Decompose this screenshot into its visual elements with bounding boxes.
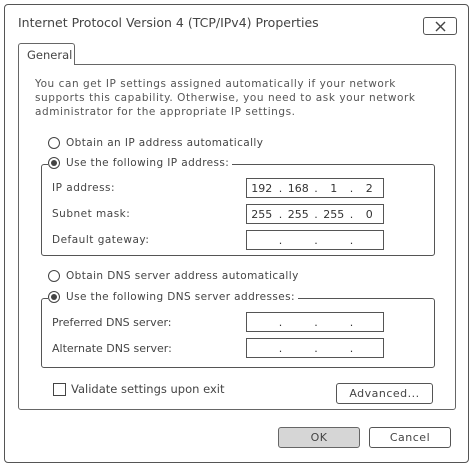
subnet-mask-input[interactable]: 255. 255. 255. 0: [246, 204, 384, 224]
octet-dot: .: [278, 207, 283, 221]
window-title: Internet Protocol Version 4 (TCP/IPv4) P…: [18, 15, 319, 30]
mask-octet-2: 255: [287, 207, 309, 221]
use-ip-manual-label: Use the following IP address:: [66, 157, 230, 169]
octet-dot: .: [314, 181, 318, 195]
tab-general[interactable]: General: [18, 43, 75, 65]
use-ip-manual-option[interactable]: Use the following IP address:: [48, 157, 233, 169]
use-dns-manual-radio[interactable]: [48, 291, 60, 303]
ip-address-input[interactable]: 192. 168. 1. 2: [246, 178, 384, 198]
use-dns-manual-label: Use the following DNS server addresses:: [66, 291, 295, 303]
octet-dot: .: [314, 233, 318, 247]
alternate-dns-input[interactable]: . . .: [246, 338, 384, 358]
obtain-ip-auto-option[interactable]: Obtain an IP address automatically: [48, 137, 267, 149]
validate-settings-label: Validate settings upon exit: [71, 382, 225, 396]
close-icon: [435, 21, 445, 31]
octet-dot: .: [349, 207, 354, 221]
octet-dot: .: [314, 207, 318, 221]
octet-dot: .: [349, 181, 354, 195]
mask-octet-1: 255: [251, 207, 273, 221]
ip-address-label: IP address:: [52, 182, 116, 194]
octet-dot: .: [314, 341, 318, 355]
default-gateway-input[interactable]: . . .: [246, 230, 384, 250]
octet-dot: .: [314, 315, 318, 329]
mask-octet-3: 255: [323, 207, 345, 221]
title-bar: Internet Protocol Version 4 (TCP/IPv4) P…: [5, 5, 468, 39]
obtain-dns-auto-label: Obtain DNS server address automatically: [66, 270, 299, 282]
validate-settings-checkbox[interactable]: [53, 382, 66, 396]
ip-octet-4: 2: [365, 181, 373, 195]
obtain-dns-auto-radio[interactable]: [48, 270, 60, 282]
ok-button[interactable]: OK: [278, 427, 360, 448]
alternate-dns-label: Alternate DNS server:: [52, 342, 172, 355]
ip-octet-1: 192: [251, 181, 273, 195]
octet-dot: .: [278, 233, 283, 247]
octet-dot: .: [278, 315, 283, 329]
use-dns-manual-option[interactable]: Use the following DNS server addresses:: [48, 291, 298, 303]
close-button[interactable]: [423, 17, 457, 35]
octet-dot: .: [349, 341, 354, 355]
obtain-ip-auto-label: Obtain an IP address automatically: [66, 137, 264, 149]
octet-dot: .: [349, 315, 354, 329]
subnet-mask-label: Subnet mask:: [52, 208, 131, 220]
obtain-dns-auto-option[interactable]: Obtain DNS server address automatically: [48, 270, 302, 282]
octet-dot: .: [349, 233, 354, 247]
advanced-button[interactable]: Advanced...: [336, 383, 433, 404]
octet-dot: .: [278, 181, 283, 195]
ip-octet-2: 168: [287, 181, 309, 195]
description-text: You can get IP settings assigned automat…: [35, 78, 416, 118]
preferred-dns-label: Preferred DNS server:: [52, 316, 172, 329]
obtain-ip-auto-radio[interactable]: [48, 137, 60, 149]
default-gateway-label: Default gateway:: [52, 234, 150, 246]
ip-octet-3: 1: [330, 181, 338, 195]
mask-octet-4: 0: [365, 207, 373, 221]
use-ip-manual-radio[interactable]: [48, 157, 60, 169]
octet-dot: .: [278, 341, 283, 355]
cancel-button[interactable]: Cancel: [369, 427, 451, 448]
validate-settings-option[interactable]: Validate settings upon exit: [53, 382, 224, 396]
preferred-dns-input[interactable]: . . .: [246, 312, 384, 332]
